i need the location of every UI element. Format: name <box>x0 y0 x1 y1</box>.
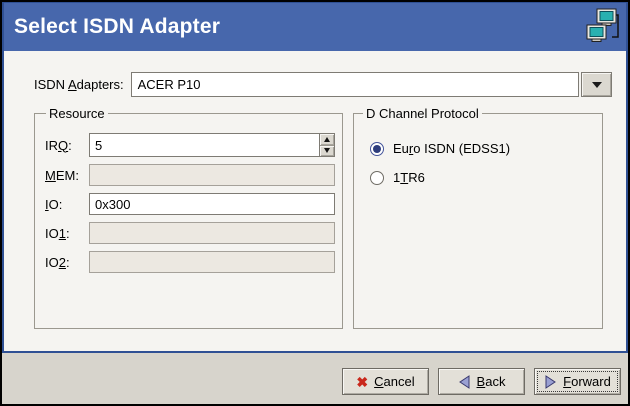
io-row: IO: 0x300 <box>45 193 335 215</box>
isdn-adapters-combobox-value[interactable]: ACER P10 <box>131 72 579 97</box>
spin-down-button[interactable] <box>320 145 334 157</box>
io2-row: IO2: <box>45 251 335 273</box>
io-input[interactable]: 0x300 <box>89 193 335 215</box>
back-button-label: Back <box>477 374 506 389</box>
forward-button[interactable]: Forward <box>534 368 621 395</box>
back-arrow-icon <box>458 375 471 389</box>
isdn-adapters-label: ISDN Adapters: <box>34 77 124 92</box>
irq-spinbox: 5 <box>89 133 335 157</box>
dialog-upper-frame: Select ISDN Adapter ISDN Adapters: <box>2 2 628 353</box>
irq-input[interactable]: 5 <box>89 133 320 157</box>
d-channel-protocol-groupbox: D Channel Protocol Euro ISDN (EDSS1) 1TR… <box>353 106 603 329</box>
radio-unselected-icon[interactable] <box>370 171 384 185</box>
euro-isdn-label: Euro ISDN (EDSS1) <box>393 141 510 156</box>
irq-row: IRQ: 5 <box>45 133 335 157</box>
networked-computers-icon <box>585 7 621 47</box>
arrow-up-icon <box>324 137 330 142</box>
spin-up-button[interactable] <box>320 134 334 145</box>
irq-spinner <box>320 133 335 157</box>
isdn-adapters-combobox[interactable]: ACER P10 <box>131 72 612 97</box>
resource-groupbox: Resource IRQ: 5 MEM: <box>34 106 343 329</box>
radio-option-euro-isdn[interactable]: Euro ISDN (EDSS1) <box>370 141 594 156</box>
io1-row: IO1: <box>45 222 335 244</box>
mem-row: MEM: <box>45 164 335 186</box>
dialog-content: ISDN Adapters: ACER P10 Resource IRQ: 5 <box>4 51 626 351</box>
dialog-header-banner: Select ISDN Adapter <box>4 3 626 51</box>
cancel-x-icon: ✖ <box>356 375 368 389</box>
chevron-down-icon <box>592 82 602 88</box>
io1-label: IO1: <box>45 226 89 241</box>
io1-input <box>89 222 335 244</box>
mem-input <box>89 164 335 186</box>
d-channel-protocol-legend: D Channel Protocol <box>363 106 482 121</box>
select-isdn-adapter-dialog: Select ISDN Adapter ISDN Adapters: <box>0 0 630 406</box>
settings-groups: Resource IRQ: 5 MEM: <box>34 106 612 329</box>
arrow-down-icon <box>324 148 330 153</box>
io2-label: IO2: <box>45 255 89 270</box>
cancel-button-label: Cancel <box>374 374 414 389</box>
mem-label: MEM: <box>45 168 89 183</box>
isdn-adapters-dropdown-button[interactable] <box>581 72 612 97</box>
irq-label: IRQ: <box>45 138 89 153</box>
forward-button-label: Forward <box>563 374 611 389</box>
1tr6-label: 1TR6 <box>393 170 425 185</box>
dialog-button-bar: ✖ Cancel Back Forward <box>2 353 628 404</box>
forward-arrow-icon <box>544 375 557 389</box>
adapter-row: ISDN Adapters: ACER P10 <box>34 72 612 97</box>
io-label: IO: <box>45 197 89 212</box>
io2-input <box>89 251 335 273</box>
page-title: Select ISDN Adapter <box>14 15 220 39</box>
resource-legend: Resource <box>46 106 108 121</box>
cancel-button[interactable]: ✖ Cancel <box>342 368 429 395</box>
back-button[interactable]: Back <box>438 368 525 395</box>
radio-option-1tr6[interactable]: 1TR6 <box>370 170 594 185</box>
radio-selected-icon[interactable] <box>370 142 384 156</box>
